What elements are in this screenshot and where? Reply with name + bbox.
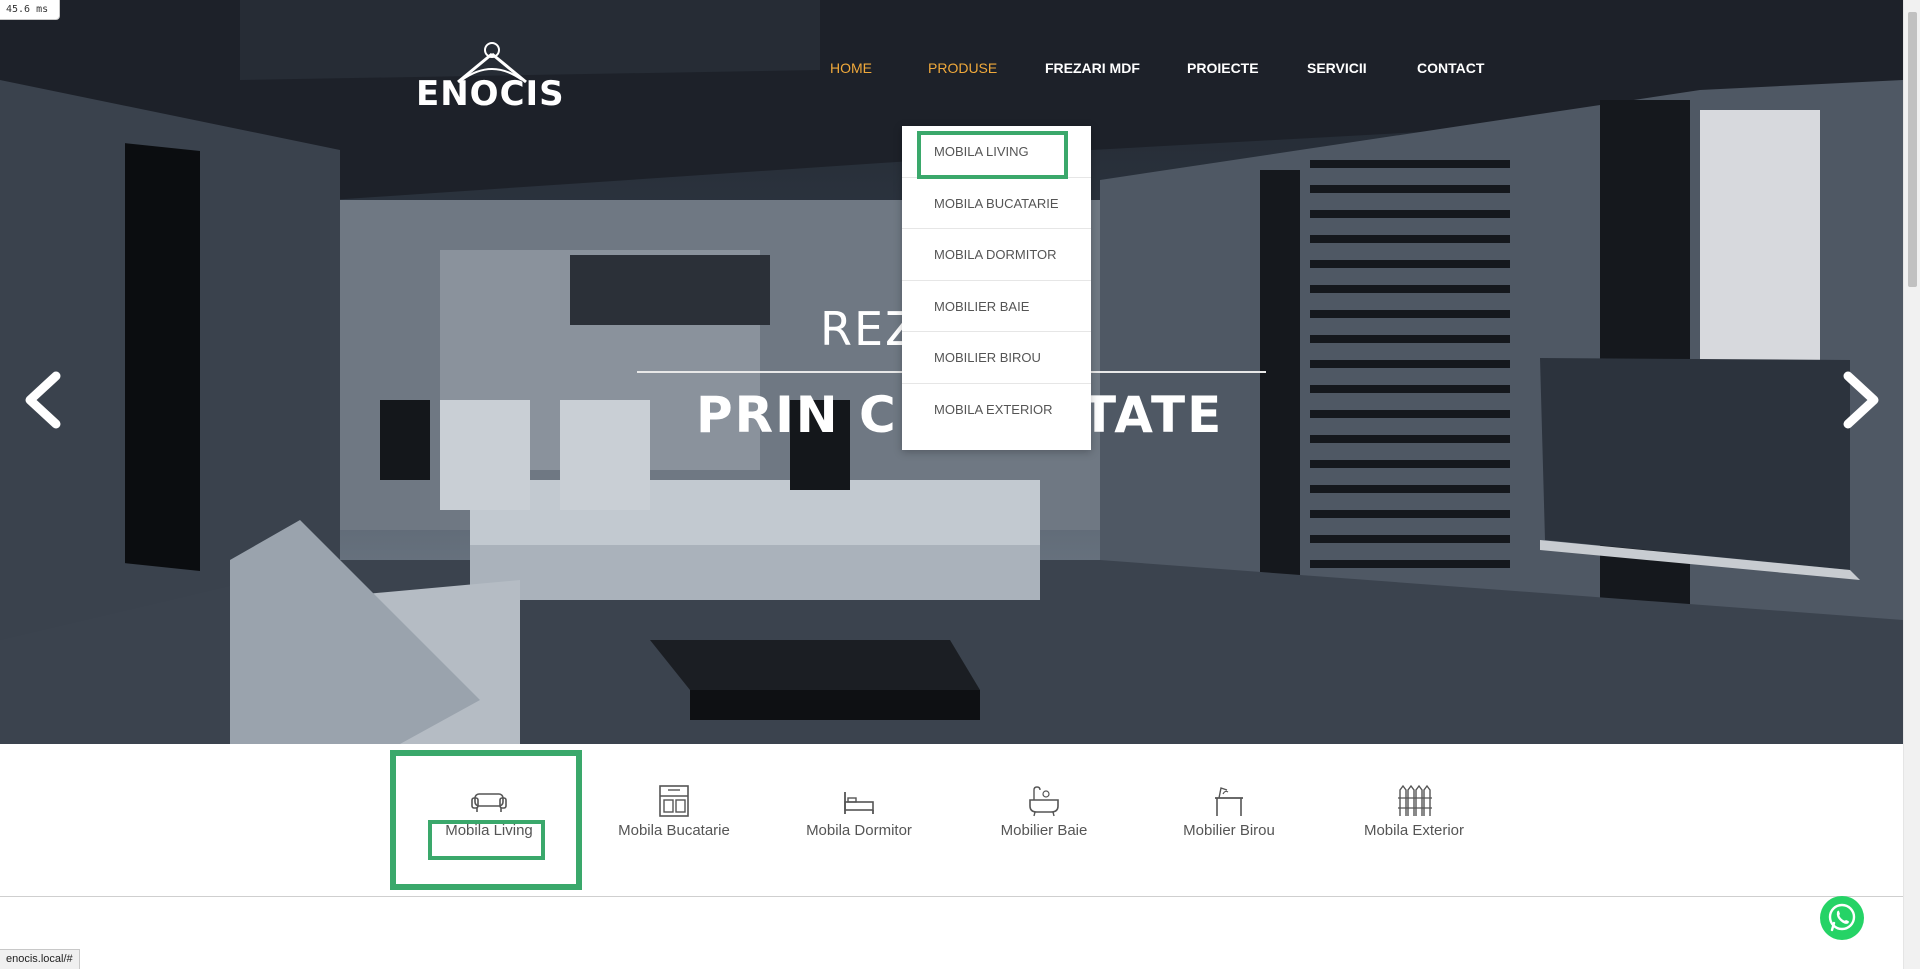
category-label: Mobila Dormitor <box>806 822 912 839</box>
category-mobilier-baie[interactable]: Mobilier Baie <box>964 784 1124 839</box>
page-scrollbar[interactable] <box>1903 0 1920 969</box>
chevron-right-icon <box>1843 371 1879 429</box>
category-mobilier-birou[interactable]: Mobilier Birou <box>1149 784 1309 839</box>
category-label: Mobila Living <box>445 822 533 839</box>
whatsapp-button[interactable] <box>1820 896 1864 940</box>
category-mobila-exterior[interactable]: Mobila Exterior <box>1334 784 1494 839</box>
whatsapp-icon <box>1828 903 1856 932</box>
dropdown-item-mobila-bucatarie[interactable]: MOBILA BUCATARIE <box>902 178 1091 229</box>
nav-servicii[interactable]: SERVICII <box>1307 60 1367 76</box>
site-logo[interactable]: ENOCIS <box>410 36 570 114</box>
category-mobila-dormitor[interactable]: Mobila Dormitor <box>779 784 939 839</box>
nav-frezari-mdf[interactable]: FREZARI MDF <box>1045 60 1140 76</box>
category-bar: Mobila Living Mobila Bucatarie Mobila Do… <box>0 744 1903 897</box>
slider-next-button[interactable] <box>1836 370 1886 430</box>
category-mobila-living[interactable]: Mobila Living <box>409 784 569 839</box>
dropdown-item-mobilier-baie[interactable]: MOBILIER BAIE <box>902 281 1091 332</box>
scrollbar-thumb[interactable] <box>1908 12 1917 287</box>
category-label: Mobilier Baie <box>1000 822 1088 839</box>
slider-prev-button[interactable] <box>18 370 68 430</box>
chevron-left-icon <box>25 371 61 429</box>
bed-icon <box>844 792 874 814</box>
category-label: Mobila Bucatarie <box>618 822 730 839</box>
bathtub-icon <box>1029 786 1059 817</box>
fence-icon <box>1398 784 1432 816</box>
kitchen-cabinet-icon <box>659 785 689 817</box>
nav-contact[interactable]: CONTACT <box>1417 60 1484 76</box>
logo-wordmark: ENOCIS <box>416 74 565 114</box>
dropdown-item-mobilier-birou[interactable]: MOBILIER BIROU <box>902 332 1091 384</box>
dropdown-item-mobila-dormitor[interactable]: MOBILA DORMITOR <box>902 229 1091 281</box>
produse-dropdown-menu: MOBILA LIVING MOBILA BUCATARIE MOBILA DO… <box>902 126 1091 450</box>
load-time-badge: 45.6 ms <box>0 0 60 20</box>
sofa-icon <box>471 793 507 812</box>
category-label: Mobilier Birou <box>1183 822 1275 839</box>
dropdown-item-mobila-exterior[interactable]: MOBILA EXTERIOR <box>902 384 1091 436</box>
hero-title-line2-right: TATE <box>1082 386 1224 444</box>
nav-home[interactable]: HOME <box>830 60 872 76</box>
dropdown-item-mobila-living[interactable]: MOBILA LIVING <box>902 126 1091 178</box>
nav-proiecte[interactable]: PROIECTE <box>1187 60 1259 76</box>
status-bar-url: enocis.local/# <box>0 949 80 969</box>
nav-produse[interactable]: PRODUSE <box>928 60 997 76</box>
category-mobila-bucatarie[interactable]: Mobila Bucatarie <box>594 784 754 839</box>
office-desk-icon <box>1215 787 1243 816</box>
category-label: Mobila Exterior <box>1363 822 1465 839</box>
